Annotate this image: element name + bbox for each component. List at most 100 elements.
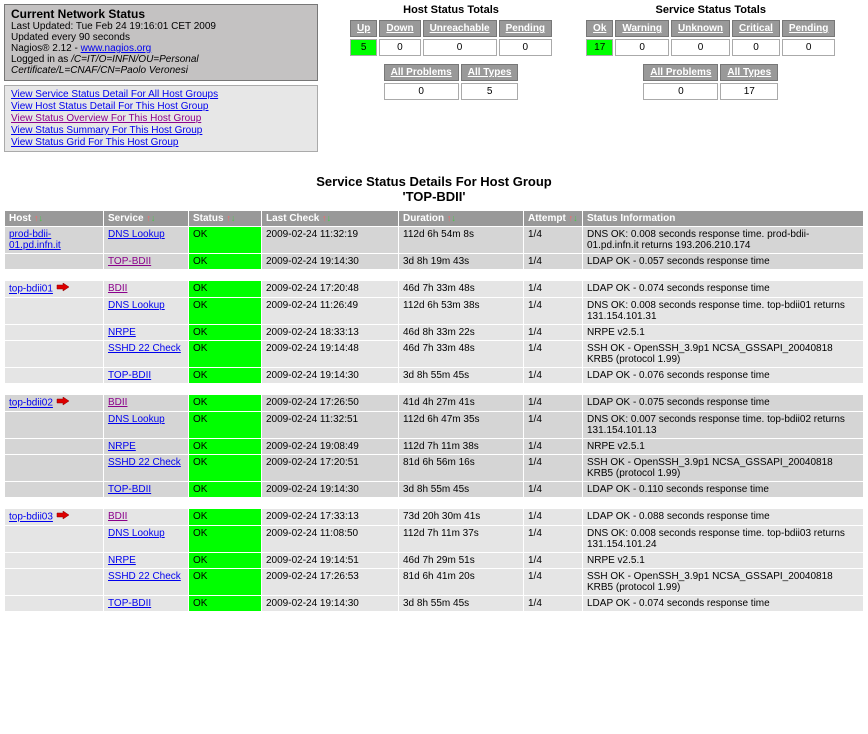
host-link[interactable]: top-bdii03	[9, 512, 53, 523]
totals-header[interactable]: Unreachable	[423, 20, 497, 37]
totals-value: 5	[461, 83, 519, 100]
totals-header[interactable]: All Problems	[384, 64, 459, 81]
service-link[interactable]: TOP-BDII	[108, 370, 151, 381]
table-row: top-bdii02 BDII OK2009-02-24 17:26:5041d …	[5, 395, 863, 411]
host-link[interactable]: top-bdii01	[9, 284, 53, 295]
last-check-cell: 2009-02-24 17:33:13	[262, 509, 398, 525]
column-header[interactable]: Duration ↑↓	[399, 211, 523, 226]
duration-cell: 3d 8h 55m 45s	[399, 368, 523, 383]
totals-header[interactable]: Pending	[782, 20, 835, 37]
column-header[interactable]: Service ↑↓	[104, 211, 188, 226]
info-cell: NRPE v2.5.1	[583, 439, 863, 454]
service-link[interactable]: NRPE	[108, 441, 136, 452]
host-link[interactable]: top-bdii02	[9, 398, 53, 409]
column-header[interactable]: Status Information	[583, 211, 863, 226]
totals-header[interactable]: Up	[350, 20, 377, 37]
service-link[interactable]: DNS Lookup	[108, 300, 165, 311]
table-row: DNS Lookup OK2009-02-24 11:08:50112d 7h 1…	[5, 526, 863, 552]
totals-header[interactable]: Warning	[615, 20, 669, 37]
totals-header[interactable]: All Problems	[643, 64, 718, 81]
service-link[interactable]: NRPE	[108, 555, 136, 566]
totals-value: 17	[586, 39, 613, 56]
report-link[interactable]: View Status Grid For This Host Group	[11, 137, 178, 148]
column-header[interactable]: Host ↑↓	[5, 211, 103, 226]
status-cell: OK	[189, 325, 261, 340]
nagios-line: Nagios® 2.12 - www.nagios.org	[11, 43, 311, 54]
service-link[interactable]: TOP-BDII	[108, 256, 151, 267]
host-link[interactable]: prod-bdii-01.pd.infn.it	[9, 229, 61, 251]
column-header[interactable]: Last Check ↑↓	[262, 211, 398, 226]
table-row: NRPEOK2009-02-24 19:08:49112d 7h 11m 38s…	[5, 439, 863, 454]
attempt-cell: 1/4	[524, 526, 582, 552]
totals-value: 0	[782, 39, 835, 56]
service-link[interactable]: BDII	[108, 397, 127, 408]
service-link[interactable]: BDII	[108, 511, 127, 522]
service-link[interactable]: SSHD 22 Check	[108, 457, 181, 468]
attempt-cell: 1/4	[524, 368, 582, 383]
sort-desc-icon[interactable]: ↓	[231, 213, 236, 223]
service-totals-table: OkWarningUnknownCriticalPending170000	[584, 18, 837, 58]
nagios-link[interactable]: www.nagios.org	[81, 43, 152, 54]
attempt-cell: 1/4	[524, 341, 582, 367]
report-link[interactable]: View Service Status Detail For All Host …	[11, 89, 218, 100]
service-link[interactable]: DNS Lookup	[108, 229, 165, 240]
attempt-cell: 1/4	[524, 509, 582, 525]
last-check-cell: 2009-02-24 19:14:30	[262, 596, 398, 611]
status-cell: OK	[189, 395, 261, 411]
totals-header[interactable]: All Types	[720, 64, 778, 81]
duration-cell: 3d 8h 55m 45s	[399, 482, 523, 497]
column-header[interactable]: Attempt ↑↓	[524, 211, 582, 226]
totals-header[interactable]: Pending	[499, 20, 552, 37]
sort-desc-icon[interactable]: ↓	[573, 213, 578, 223]
network-status-box: Current Network Status Last Updated: Tue…	[4, 4, 318, 81]
service-link[interactable]: SSHD 22 Check	[108, 571, 181, 582]
totals-header[interactable]: All Types	[461, 64, 519, 81]
last-check-cell: 2009-02-24 17:26:50	[262, 395, 398, 411]
report-link[interactable]: View Status Summary For This Host Group	[11, 125, 202, 136]
totals-value: 5	[350, 39, 377, 56]
service-link[interactable]: NRPE	[108, 327, 136, 338]
attempt-cell: 1/4	[524, 553, 582, 568]
table-row: SSHD 22 CheckOK2009-02-24 17:26:5381d 6h…	[5, 569, 863, 595]
host-totals-table: UpDownUnreachablePending5000	[348, 18, 554, 58]
last-check-cell: 2009-02-24 11:32:19	[262, 227, 398, 253]
host-summary-table: All ProblemsAll Types05	[382, 62, 521, 102]
info-cell: NRPE v2.5.1	[583, 553, 863, 568]
service-link[interactable]: BDII	[108, 283, 127, 294]
service-link[interactable]: SSHD 22 Check	[108, 343, 181, 354]
status-cell: OK	[189, 439, 261, 454]
duration-cell: 41d 4h 27m 41s	[399, 395, 523, 411]
service-link[interactable]: DNS Lookup	[108, 414, 165, 425]
table-row: prod-bdii-01.pd.infn.itDNS LookupOK2009-…	[5, 227, 863, 253]
sort-desc-icon[interactable]: ↓	[151, 213, 156, 223]
report-link[interactable]: View Host Status Detail For This Host Gr…	[11, 101, 209, 112]
service-summary-table: All ProblemsAll Types017	[641, 62, 780, 102]
attempt-cell: 1/4	[524, 596, 582, 611]
passive-check-icon	[56, 397, 70, 409]
service-link[interactable]: TOP-BDII	[108, 598, 151, 609]
column-header[interactable]: Status ↑↓	[189, 211, 261, 226]
service-link[interactable]: TOP-BDII	[108, 484, 151, 495]
report-link[interactable]: View Status Overview For This Host Group	[11, 113, 201, 124]
table-row: TOP-BDIIOK2009-02-24 19:14:303d 8h 55m 4…	[5, 368, 863, 383]
duration-cell: 112d 6h 53m 38s	[399, 298, 523, 324]
duration-cell: 3d 8h 19m 43s	[399, 254, 523, 269]
status-cell: OK	[189, 281, 261, 297]
info-cell: LDAP OK - 0.074 seconds response time	[583, 596, 863, 611]
sort-desc-icon[interactable]: ↓	[451, 213, 456, 223]
attempt-cell: 1/4	[524, 227, 582, 253]
duration-cell: 81d 6h 41m 20s	[399, 569, 523, 595]
status-cell: OK	[189, 526, 261, 552]
totals-header[interactable]: Down	[379, 20, 420, 37]
totals-header[interactable]: Critical	[732, 20, 780, 37]
service-link[interactable]: DNS Lookup	[108, 528, 165, 539]
table-row: top-bdii03 BDIIOK2009-02-24 17:33:1373d …	[5, 509, 863, 525]
totals-header[interactable]: Ok	[586, 20, 613, 37]
totals-value: 0	[643, 83, 718, 100]
duration-cell: 112d 7h 11m 37s	[399, 526, 523, 552]
duration-cell: 81d 6h 56m 16s	[399, 455, 523, 481]
sort-desc-icon[interactable]: ↓	[327, 213, 332, 223]
totals-header[interactable]: Unknown	[671, 20, 730, 37]
last-check-cell: 2009-02-24 11:08:50	[262, 526, 398, 552]
sort-desc-icon[interactable]: ↓	[39, 213, 44, 223]
